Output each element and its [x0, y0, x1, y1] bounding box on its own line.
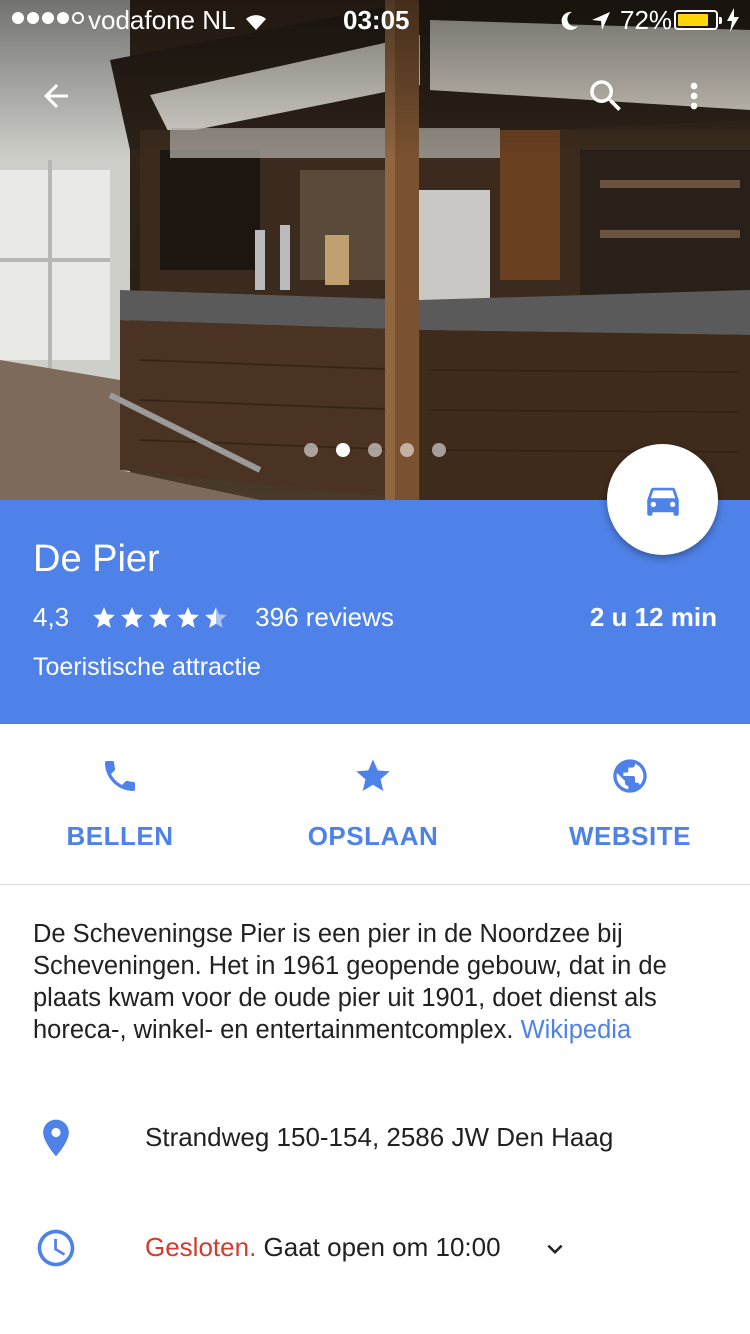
do-not-disturb-icon [558, 8, 580, 39]
page-dot[interactable] [304, 443, 318, 457]
opening-hours-row[interactable]: Gesloten. Gaat open om 10:00 [0, 1220, 750, 1280]
search-icon [590, 80, 621, 111]
page-dot-active[interactable] [336, 443, 350, 457]
address-text: Strandweg 150-154, 2586 JW Den Haag [145, 1122, 614, 1152]
charging-icon [726, 8, 740, 39]
battery-icon [674, 10, 722, 30]
directions-button[interactable] [607, 444, 718, 555]
wifi-icon [244, 8, 268, 39]
opening-time: Gaat open om 10:00 [256, 1232, 501, 1262]
star-icon [93, 606, 115, 628]
battery-percentage: 72% [620, 5, 673, 35]
save-button[interactable]: OPSLAAN [273, 724, 473, 885]
website-label: WEBSITE [569, 821, 691, 851]
status-time: 03:05 [343, 5, 410, 35]
more-vert-icon [690, 82, 698, 110]
place-title: De Pier [33, 538, 160, 580]
page-dot[interactable] [368, 443, 382, 457]
arrow-left-icon [44, 84, 68, 108]
address-row[interactable]: Strandweg 150-154, 2586 JW Den Haag [0, 1110, 750, 1170]
star-rating [91, 605, 229, 631]
clock-icon [37, 1229, 75, 1267]
phone-icon [105, 761, 135, 791]
call-label: BELLEN [66, 821, 174, 851]
expand-hours-button[interactable] [540, 1234, 570, 1269]
signal-strength-icon [12, 12, 84, 24]
website-button[interactable]: WEBSITE [530, 724, 730, 885]
star-half-icon [205, 606, 227, 628]
location-pin-icon [43, 1119, 69, 1157]
closed-status: Gesloten. [145, 1232, 257, 1262]
location-services-icon [590, 8, 612, 39]
action-bar: BELLEN OPSLAAN WEBSITE [0, 724, 750, 885]
place-description: De Scheveningse Pier is een pier in de N… [33, 918, 723, 1046]
status-bar: vodafone NL 03:05 72% [0, 0, 750, 40]
page-dot[interactable] [400, 443, 414, 457]
place-photo[interactable]: vodafone NL 03:05 72% [0, 0, 750, 500]
hours-text: Gesloten. Gaat open om 10:00 [145, 1232, 501, 1263]
call-button[interactable]: BELLEN [20, 724, 220, 885]
search-button[interactable] [584, 74, 628, 118]
photo-pager[interactable] [304, 443, 446, 457]
back-button[interactable] [34, 74, 78, 118]
review-count[interactable]: 396 reviews [255, 602, 394, 633]
globe-icon [613, 759, 647, 793]
car-icon [646, 487, 679, 516]
carrier-name: vodafone NL [88, 5, 236, 35]
star-icon [177, 606, 199, 628]
star-icon [149, 606, 171, 628]
rating-value: 4,3 [33, 602, 70, 632]
place-category: Toeristische attractie [33, 653, 261, 681]
save-label: OPSLAAN [307, 821, 439, 851]
page-dot[interactable] [432, 443, 446, 457]
star-icon [356, 759, 390, 791]
chevron-down-icon [547, 1244, 563, 1254]
travel-time: 2 u 12 min [589, 602, 717, 632]
rating-row[interactable]: 4,3 396 reviews [33, 602, 394, 633]
more-options-button[interactable] [672, 74, 716, 118]
star-icon [121, 606, 143, 628]
wikipedia-link[interactable]: Wikipedia [521, 1016, 632, 1044]
